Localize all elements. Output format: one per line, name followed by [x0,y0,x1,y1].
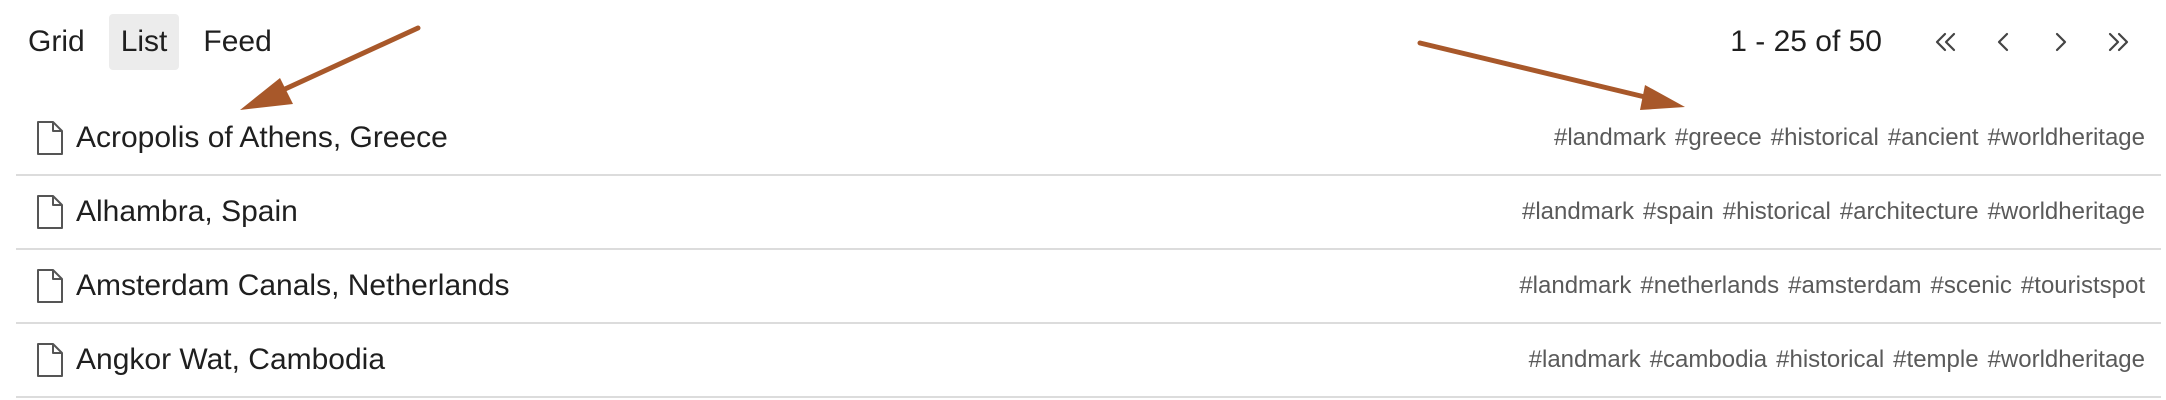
item-tags: #landmark #cambodia #historical #temple … [1529,324,2145,396]
previous-page-icon [1997,32,2009,52]
list-item[interactable]: Alhambra, Spain #landmark #spain #histor… [16,176,2161,250]
document-icon [34,342,66,378]
item-title: Acropolis of Athens, Greece [76,121,448,154]
item-tags: #landmark #greece #historical #ancient #… [1554,102,2145,174]
document-icon [34,120,66,156]
tag[interactable]: #landmark [1554,124,1666,152]
pagination: 1 - 25 of 50 [1730,14,2148,70]
item-title: Amsterdam Canals, Netherlands [76,269,510,302]
document-icon [34,194,66,230]
tag[interactable]: #historical [1771,124,1879,152]
first-page-button[interactable] [1916,14,1974,70]
tag[interactable]: #landmark [1522,198,1634,226]
tag[interactable]: #greece [1675,124,1762,152]
tab-list[interactable]: List [108,14,180,70]
next-page-button[interactable] [2032,14,2090,70]
last-page-button[interactable] [2090,14,2148,70]
item-title: Angkor Wat, Cambodia [76,343,386,376]
tag[interactable]: #worldheritage [1988,124,2145,152]
item-tags: #landmark #netherlands #amsterdam #sceni… [1519,250,2145,322]
list-item[interactable]: Angkor Wat, Cambodia #landmark #cambodia… [16,324,2161,398]
tag[interactable]: #architecture [1840,198,1979,226]
pagination-range: 1 - 25 of 50 [1730,25,1882,58]
tab-grid[interactable]: Grid [16,14,97,70]
tag[interactable]: #historical [1776,346,1884,374]
tag[interactable]: #amsterdam [1788,272,1921,300]
tag[interactable]: #landmark [1519,272,1631,300]
tag[interactable]: #historical [1723,198,1831,226]
tag[interactable]: #touristspot [2021,272,2145,300]
item-list: Acropolis of Athens, Greece #landmark #g… [16,102,2161,398]
last-page-icon [2108,32,2129,52]
item-tags: #landmark #spain #historical #architectu… [1522,176,2145,248]
tag[interactable]: #ancient [1888,124,1979,152]
tag[interactable]: #landmark [1529,346,1641,374]
tag[interactable]: #netherlands [1640,272,1779,300]
list-item[interactable]: Amsterdam Canals, Netherlands #landmark … [16,250,2161,324]
document-icon [34,268,66,304]
tag[interactable]: #cambodia [1650,346,1767,374]
tag[interactable]: #spain [1643,198,1714,226]
tag[interactable]: #scenic [1931,272,2012,300]
toolbar: Grid List Feed 1 - 25 of 50 [0,0,2166,88]
tag[interactable]: #worldheritage [1988,198,2145,226]
next-page-icon [2055,32,2067,52]
tag[interactable]: #worldheritage [1988,346,2145,374]
previous-page-button[interactable] [1974,14,2032,70]
list-item[interactable]: Acropolis of Athens, Greece #landmark #g… [16,102,2161,176]
first-page-icon [1935,32,1956,52]
item-title: Alhambra, Spain [76,195,298,228]
tab-feed[interactable]: Feed [191,14,283,70]
tag[interactable]: #temple [1893,346,1978,374]
view-switcher: Grid List Feed [16,14,284,70]
